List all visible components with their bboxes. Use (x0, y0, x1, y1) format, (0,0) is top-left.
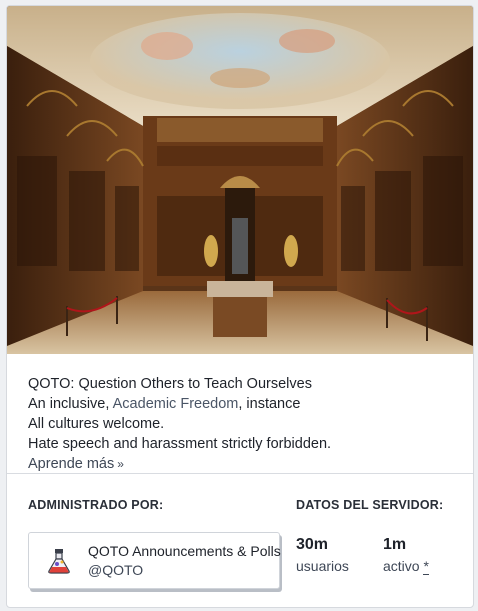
description-line-inclusive: An inclusive, Academic Freedom, instance (28, 394, 458, 414)
avatar (44, 546, 74, 576)
users-stat: 30m usuarios (296, 536, 349, 574)
active-label: activo (383, 558, 420, 574)
active-label-row: activo * (383, 558, 429, 575)
description-text: , instance (238, 396, 301, 412)
server-stats-heading: DATOS DEL SERVIDOR: (296, 498, 444, 512)
double-chevron-right-icon: » (117, 457, 124, 471)
server-hero-image (7, 6, 473, 354)
description-line-tagline: QOTO: Question Others to Teach Ourselves (28, 376, 312, 392)
users-count: 30m (296, 536, 329, 553)
active-stat: 1m activo * (383, 536, 429, 575)
administered-by-heading: ADMINISTRADO POR: (28, 498, 164, 512)
section-divider (7, 473, 473, 474)
description-text: An inclusive, (28, 396, 113, 412)
active-footnote-marker[interactable]: * (423, 558, 429, 575)
flask-logo-icon (48, 549, 70, 574)
admin-account-card[interactable]: QOTO Announcements & Polls @QOTO (28, 532, 281, 589)
academic-freedom-link[interactable]: Academic Freedom (113, 396, 239, 412)
server-info-card: QOTO: Question Others to Teach Ourselves… (6, 5, 474, 608)
admin-handle: @QOTO (88, 562, 144, 578)
learn-more-label: Aprende más (28, 456, 115, 472)
server-description: QOTO: Question Others to Teach Ourselves… (28, 374, 458, 474)
library-illustration (7, 6, 473, 354)
users-label: usuarios (296, 558, 349, 574)
admin-display-name: QOTO Announcements & Polls (88, 543, 281, 559)
description-line-rules: Hate speech and harassment strictly forb… (28, 436, 332, 452)
learn-more-link[interactable]: Aprende más» (28, 454, 124, 474)
active-count: 1m (383, 536, 407, 553)
description-line-cultures: All cultures welcome. (28, 416, 165, 432)
